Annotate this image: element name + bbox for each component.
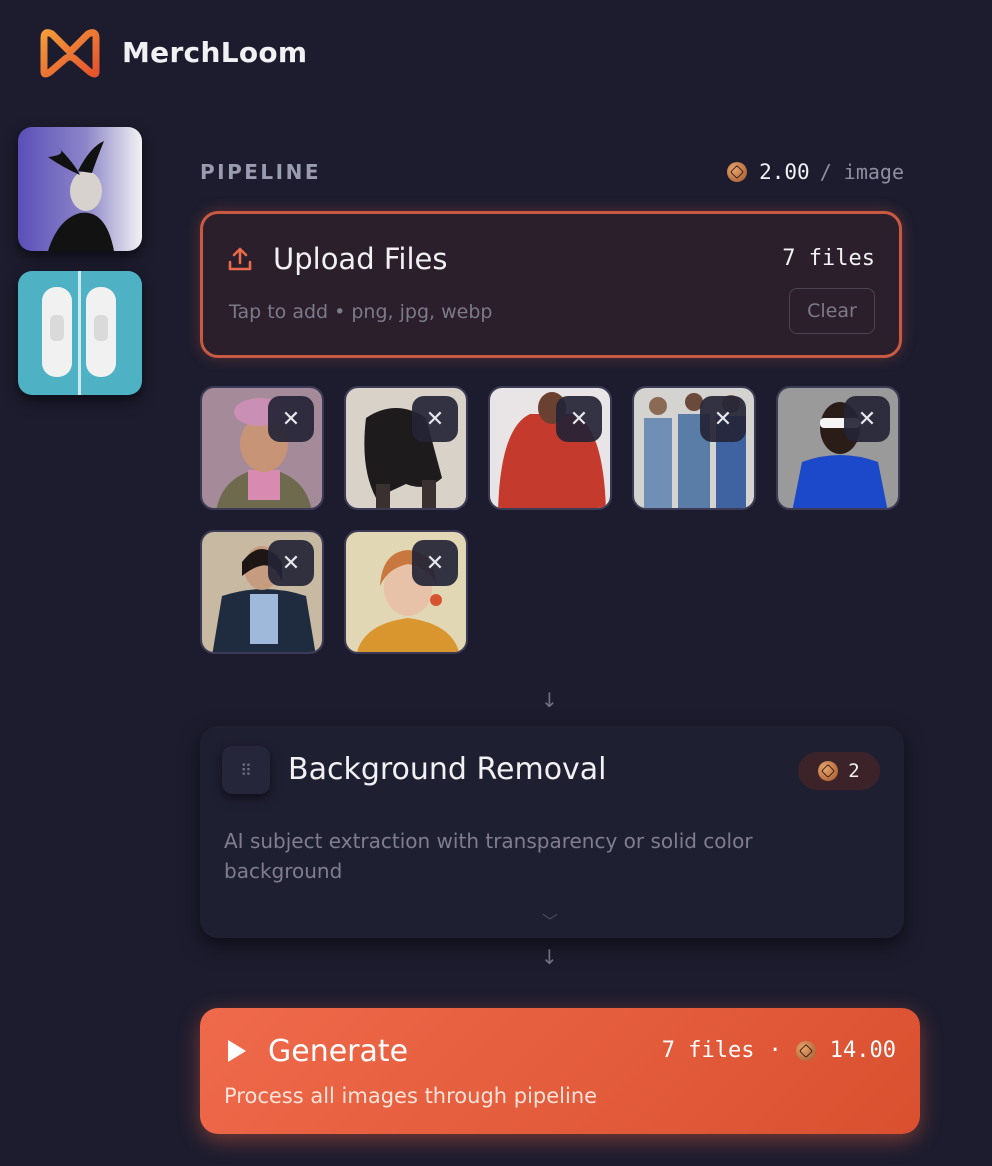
file-thumb[interactable]: ✕	[632, 386, 756, 510]
generate-title: Generate	[268, 1034, 409, 1069]
generate-file-count: 7 files	[661, 1038, 755, 1063]
remove-file-button[interactable]: ✕	[412, 540, 458, 586]
play-icon	[228, 1040, 246, 1062]
generate-subtitle: Process all images through pipeline	[224, 1084, 598, 1108]
sneakers-image	[18, 271, 142, 395]
file-thumb[interactable]: ✕	[776, 386, 900, 510]
step-card-background-removal[interactable]: ⠿ Background Removal 2 AI subject extrac…	[200, 726, 904, 938]
step-cost: 2	[848, 760, 860, 782]
app-name: MerchLoom	[122, 35, 308, 69]
portrait-image	[18, 127, 142, 251]
arrow-down-icon: ↓	[541, 688, 558, 712]
remove-file-button[interactable]: ✕	[556, 396, 602, 442]
sidebar-thumb-portrait[interactable]	[18, 127, 142, 251]
chevron-down-icon[interactable]: ﹀	[542, 908, 558, 932]
generate-button[interactable]: Generate 7 files · 14.00 Process all ima…	[200, 1008, 920, 1134]
drag-handle-icon[interactable]: ⠿	[222, 746, 270, 794]
file-thumb[interactable]: ✕	[488, 386, 612, 510]
price-value: 2.00	[759, 160, 810, 184]
remove-file-button[interactable]: ✕	[700, 396, 746, 442]
upload-title: Upload Files	[273, 242, 448, 276]
upload-hint: Tap to add • png, jpg, webp	[229, 301, 493, 323]
step-title: Background Removal	[288, 752, 607, 787]
arrow-down-icon: ↓	[541, 945, 558, 969]
pipeline-label: PIPELINE	[200, 160, 322, 184]
price-per-image: 2.00 / image	[727, 160, 904, 184]
file-count: 7 files	[782, 246, 875, 271]
brand: MerchLoom	[38, 26, 307, 78]
price-unit: / image	[819, 160, 904, 184]
remove-file-button[interactable]: ✕	[412, 396, 458, 442]
remove-file-button[interactable]: ✕	[844, 396, 890, 442]
file-thumb[interactable]: ✕	[344, 530, 468, 654]
merchloom-logo-icon	[40, 29, 100, 78]
upload-dropzone[interactable]: Upload Files 7 files Tap to add • png, j…	[200, 211, 902, 358]
coin-icon	[727, 162, 748, 182]
step-cost-badge: 2	[798, 752, 880, 790]
clear-button[interactable]: Clear	[789, 288, 875, 334]
coin-icon	[795, 1040, 816, 1061]
separator: ·	[768, 1038, 782, 1063]
remove-file-button[interactable]: ✕	[268, 540, 314, 586]
coin-icon	[818, 761, 839, 781]
step-description: AI subject extraction with transparency …	[224, 829, 753, 883]
generate-total: 14.00	[829, 1038, 896, 1063]
remove-file-button[interactable]: ✕	[268, 396, 314, 442]
sidebar-thumb-sneakers[interactable]	[18, 271, 142, 395]
upload-icon	[228, 247, 252, 271]
generate-summary: 7 files · 14.00	[662, 1038, 896, 1063]
file-thumb[interactable]: ✕	[344, 386, 468, 510]
file-thumb[interactable]: ✕	[200, 386, 324, 510]
file-thumb[interactable]: ✕	[200, 530, 324, 654]
